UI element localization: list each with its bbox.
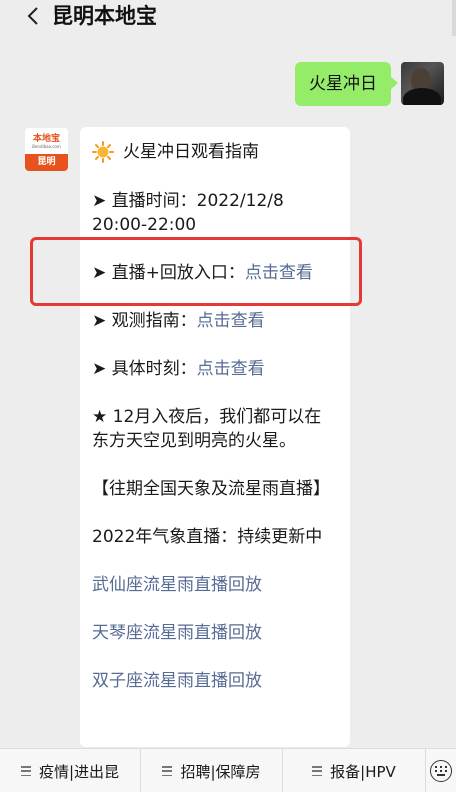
menu-item-jobs[interactable]: 招聘|保障房 (141, 749, 283, 792)
card-title: 火星冲日观看指南 (123, 142, 259, 162)
replay-link-3[interactable]: 双子座流星雨直播回放 (92, 669, 338, 693)
keyboard-icon (430, 759, 452, 782)
update-text: 2022年气象直播：持续更新中 (92, 527, 323, 547)
bot-avatar[interactable]: 本地宝 Bendibao.com 昆明 (25, 128, 68, 171)
guide-label: ➤ 观测指南： (92, 311, 197, 331)
back-button[interactable] (22, 4, 44, 28)
chevron-left-icon (27, 7, 38, 25)
card-title-row: 火星冲日观看指南 (92, 139, 338, 165)
menu-item-label: 疫情|进出昆 (38, 762, 120, 781)
replay-link-1[interactable]: 武仙座流星雨直播回放 (92, 573, 338, 597)
avatar-body (403, 88, 441, 105)
live-entry-link[interactable]: 点击查看 (245, 263, 313, 283)
moment-label: ➤ 具体时刻： (92, 359, 197, 379)
broadcast-time: ➤ 直播时间：2022/12/8 20:00-22:00 (92, 189, 338, 237)
edge-divider (452, 0, 456, 36)
sun-icon (92, 141, 114, 163)
menu-lines-icon (312, 766, 323, 776)
replay-link-2[interactable]: 天琴座流星雨直播回放 (92, 621, 338, 645)
chat-header: 昆明本地宝 (0, 0, 456, 34)
bot-avatar-url: Bendibao.com (32, 143, 61, 149)
sent-message-bubble[interactable]: 火星冲日 (295, 62, 398, 106)
section-title: 【往期全国天象及流星雨直播】 (92, 479, 330, 499)
menu-item-epidemic[interactable]: 疫情|进出昆 (0, 749, 141, 792)
bot-avatar-logo: 本地宝 Bendibao.com (25, 128, 68, 154)
menu-item-report[interactable]: 报备|HPV (283, 749, 426, 792)
bot-avatar-brand: 本地宝 (32, 133, 60, 144)
live-entry-item: ➤ 直播+回放入口：点击查看 (92, 261, 338, 285)
reply-card: 火星冲日观看指南 ➤ 直播时间：2022/12/8 20:00-22:00 ➤ … (80, 127, 350, 747)
moment-item: ➤ 具体时刻：点击查看 (92, 357, 338, 381)
menu-lines-icon (20, 766, 31, 776)
chat-title: 昆明本地宝 (52, 4, 157, 28)
menu-lines-icon (162, 766, 173, 776)
guide-link[interactable]: 点击查看 (197, 311, 265, 331)
bot-avatar-city: 昆明 (25, 154, 68, 171)
broadcast-time-text: ➤ 直播时间：2022/12/8 20:00-22:00 (92, 191, 284, 235)
live-entry-label: ➤ 直播+回放入口： (92, 263, 245, 283)
note-text: ★ 12月入夜后，我们都可以在东方天空见到明亮的火星。 (92, 407, 322, 451)
user-avatar[interactable] (401, 62, 444, 105)
bottom-menu: 疫情|进出昆 招聘|保障房 报备|HPV (0, 748, 456, 792)
menu-item-label: 报备|HPV (330, 762, 396, 781)
sent-message-row: 火星冲日 (295, 62, 444, 106)
moment-link[interactable]: 点击查看 (197, 359, 265, 379)
menu-item-label: 招聘|保障房 (180, 762, 261, 781)
keyboard-button[interactable] (426, 749, 456, 792)
guide-item: ➤ 观测指南：点击查看 (92, 309, 338, 333)
